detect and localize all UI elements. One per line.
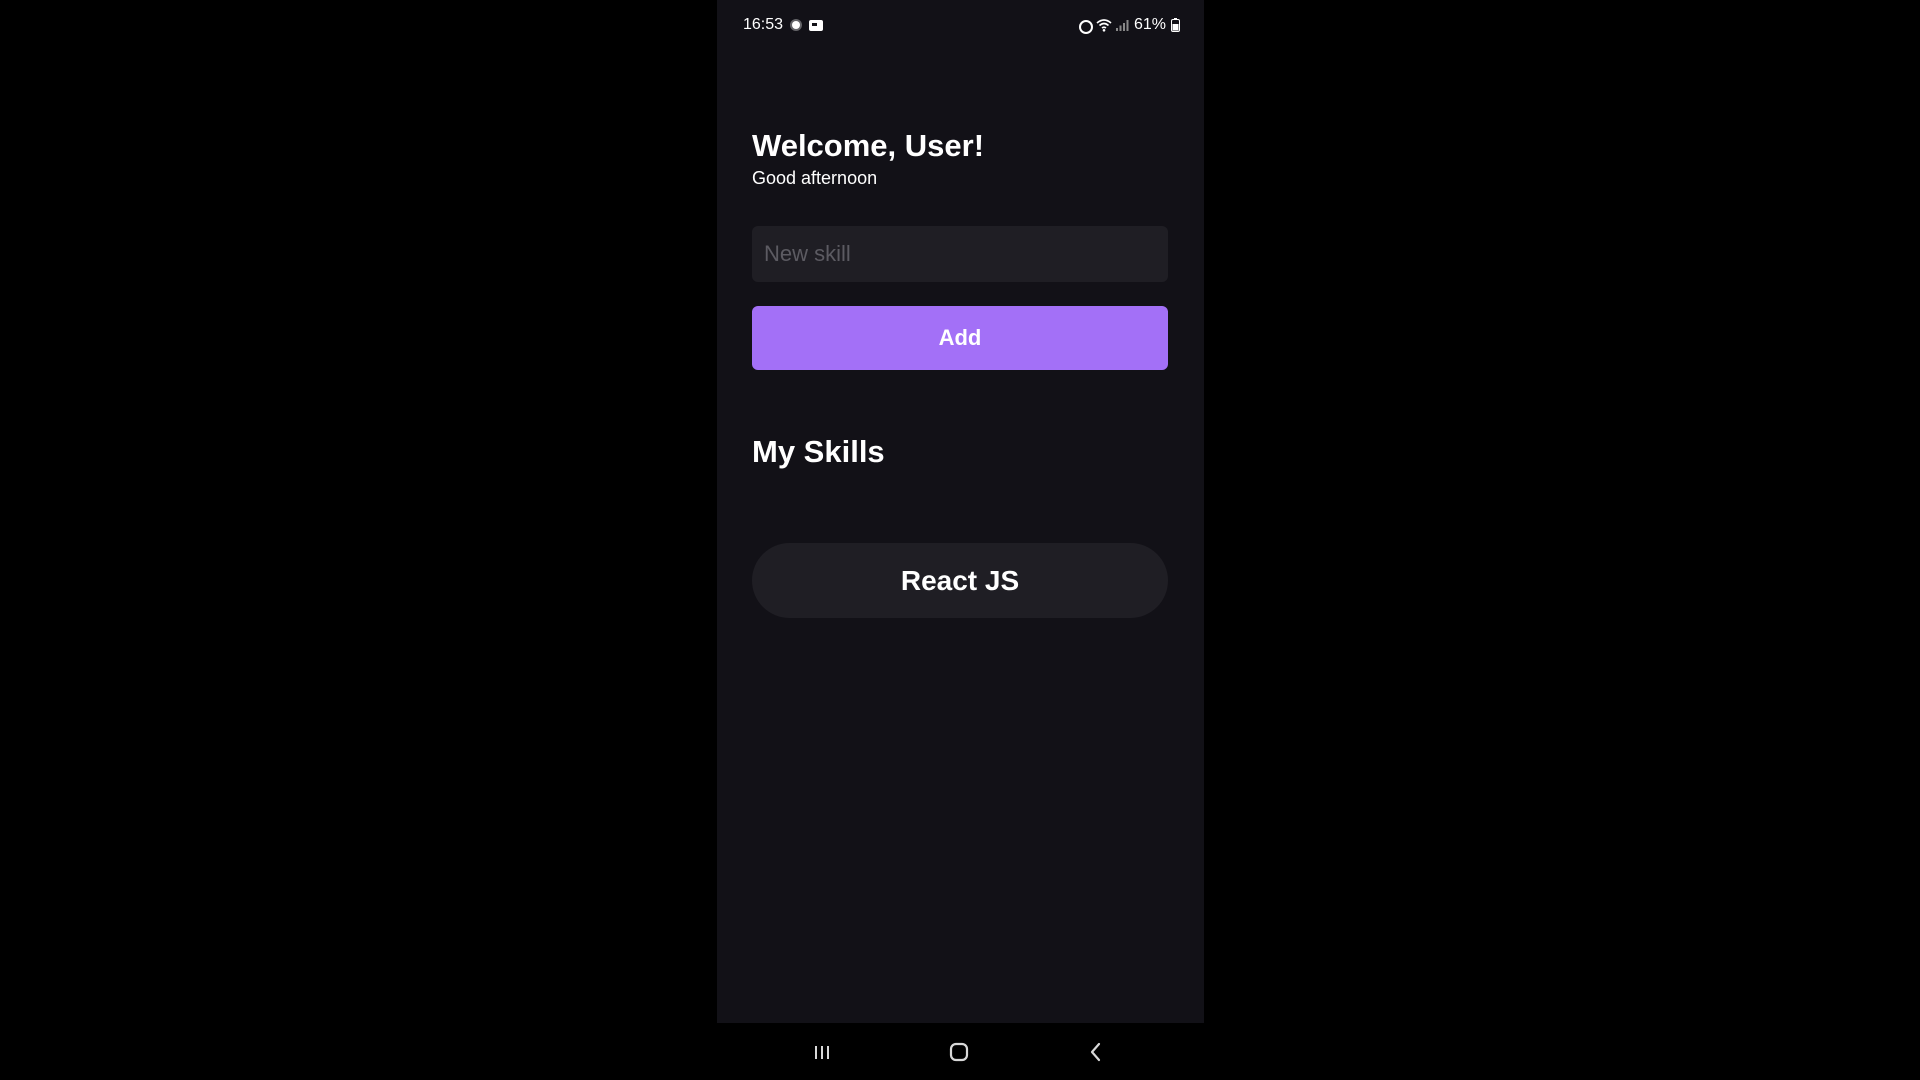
skill-card[interactable]: React JS	[752, 543, 1168, 618]
wifi-icon	[1096, 18, 1112, 32]
status-time: 16:53	[743, 16, 784, 33]
battery-icon	[1171, 18, 1180, 32]
phone-frame: 16:53 61% Welcome, User! Good afternoon …	[717, 0, 1204, 1080]
app-screen: 16:53 61% Welcome, User! Good afternoon …	[717, 0, 1204, 1023]
welcome-title: Welcome, User!	[752, 128, 985, 163]
skill-card-label: React JS	[900, 564, 1020, 596]
add-button[interactable]: Add	[752, 306, 1168, 370]
new-skill-input[interactable]	[752, 226, 1168, 282]
status-left: 16:53	[743, 16, 824, 34]
status-bar: 16:53 61%	[717, 0, 1204, 50]
home-icon[interactable]	[946, 1039, 972, 1065]
back-icon[interactable]	[1083, 1039, 1109, 1065]
my-skills-title: My Skills	[752, 434, 885, 469]
signal-icon	[1115, 18, 1129, 32]
navigation-bar	[717, 1023, 1204, 1080]
recent-apps-icon[interactable]	[809, 1039, 835, 1065]
battery-percent: 61%	[1133, 16, 1166, 33]
status-right: 61%	[1077, 16, 1180, 34]
greeting-text: Good afternoon	[752, 168, 878, 188]
sun-icon	[789, 18, 803, 32]
alarm-icon	[1077, 18, 1093, 34]
card-icon	[809, 18, 824, 32]
